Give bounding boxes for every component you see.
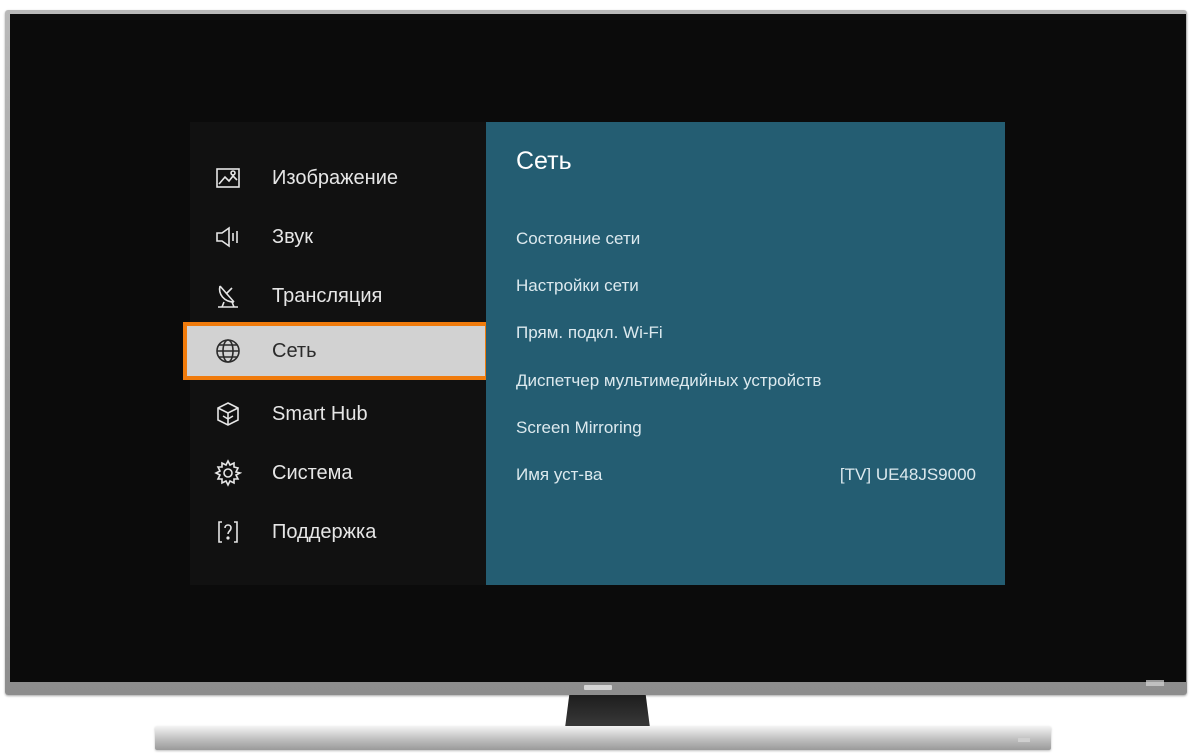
menu-item-label: Smart Hub bbox=[272, 402, 368, 425]
screen-mirroring-item[interactable]: Screen Mirroring bbox=[516, 418, 642, 438]
menu-item-label: Звук bbox=[272, 225, 314, 248]
help-icon bbox=[212, 516, 244, 548]
network-settings-panel: Сеть Состояние сети Настройки сети Прям.… bbox=[486, 122, 1005, 585]
menu-item-support[interactable]: Поддержка bbox=[206, 507, 486, 557]
network-settings-item[interactable]: Настройки сети bbox=[516, 276, 639, 296]
tv-stand-base bbox=[155, 726, 1051, 750]
menu-item-system[interactable]: Система bbox=[206, 448, 486, 498]
menu-item-network[interactable]: Сеть bbox=[183, 322, 489, 380]
menu-item-broadcast[interactable]: Трансляция bbox=[206, 271, 486, 321]
tv-stand-logo bbox=[1018, 738, 1030, 742]
menu-item-label: Трансляция bbox=[272, 284, 383, 307]
device-name-value: [TV] UE48JS9000 bbox=[839, 465, 976, 484]
gear-icon bbox=[212, 457, 244, 489]
tv-uhd-mark bbox=[1146, 680, 1164, 686]
menu-item-label: Сеть bbox=[272, 339, 317, 362]
menu-item-label: Изображение bbox=[272, 166, 398, 189]
speaker-icon bbox=[212, 221, 244, 253]
menu-item-label: Поддержка bbox=[272, 520, 377, 543]
satellite-dish-icon bbox=[212, 280, 244, 312]
multimedia-device-manager-item[interactable]: Диспетчер мультимедийных устройств bbox=[516, 371, 821, 391]
globe-icon bbox=[212, 335, 244, 367]
menu-item-sound[interactable]: Звук bbox=[206, 212, 486, 262]
panel-title: Сеть bbox=[516, 147, 572, 175]
network-status-item[interactable]: Состояние сети bbox=[516, 229, 640, 249]
tv-brand-logo bbox=[584, 685, 612, 690]
menu-item-label: Система bbox=[272, 461, 353, 484]
menu-item-picture[interactable]: Изображение bbox=[206, 153, 486, 203]
menu-item-smart-hub[interactable]: Smart Hub bbox=[206, 389, 486, 439]
tv-stand-neck bbox=[565, 695, 650, 728]
wifi-direct-item[interactable]: Прям. подкл. Wi-Fi bbox=[516, 323, 663, 343]
smart-hub-cube-icon bbox=[212, 398, 244, 430]
picture-icon bbox=[212, 162, 244, 194]
device-name-item[interactable]: Имя уст-ва bbox=[516, 465, 602, 485]
